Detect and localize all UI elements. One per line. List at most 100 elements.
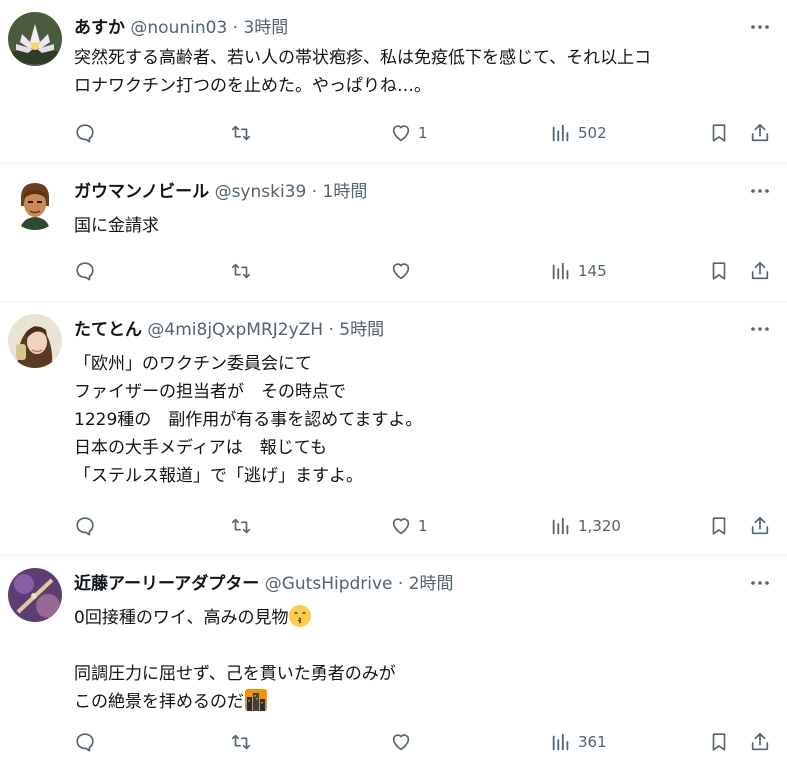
bookmark-button[interactable] bbox=[708, 259, 730, 283]
view-count: 1,320 bbox=[578, 517, 621, 535]
tweet-header: あすか @nounin03 · 3時間 bbox=[74, 17, 727, 39]
bookmark-icon bbox=[712, 262, 726, 280]
heart-icon bbox=[392, 518, 410, 535]
view-count: 502 bbox=[578, 124, 607, 142]
retweet-button[interactable] bbox=[230, 259, 252, 283]
tweet-header: たてとん @4mi8jQxpMRJ2yZH · 5時間 bbox=[74, 319, 727, 341]
share-icon bbox=[751, 516, 769, 535]
tweet-text-segment: この絶景を拝めるのだ bbox=[74, 692, 244, 712]
tweet[interactable]: あすか @nounin03 · 3時間 突然死する高齢者、若い人の帯状疱疹、私は… bbox=[0, 0, 787, 164]
bookmark-icon bbox=[712, 124, 726, 142]
views-chart-icon bbox=[552, 517, 569, 535]
tweet-text-line: 1229種の 副作用が有る事を認めてますよ。 bbox=[74, 410, 423, 430]
retweet-icon bbox=[231, 263, 251, 279]
retweet-icon bbox=[231, 734, 251, 750]
avatar[interactable] bbox=[8, 568, 62, 622]
display-name[interactable]: 近藤アーリーアダプター bbox=[74, 574, 259, 594]
separator: · bbox=[306, 182, 323, 202]
action-bar: 361 bbox=[74, 730, 773, 754]
tweet-text-segment: 0回接種のワイ、高みの見物 bbox=[74, 608, 289, 628]
views-chart-icon bbox=[552, 262, 569, 280]
reply-button[interactable] bbox=[74, 730, 96, 754]
views-button[interactable]: 145 bbox=[550, 259, 607, 283]
handle[interactable]: @GutsHipdrive bbox=[265, 574, 393, 594]
bookmark-button[interactable] bbox=[708, 121, 730, 145]
bookmark-button[interactable] bbox=[708, 730, 730, 754]
views-button[interactable]: 502 bbox=[550, 121, 607, 145]
display-name[interactable]: あすか bbox=[74, 18, 125, 38]
tweet-text: 突然死する高齢者、若い人の帯状疱疹、私は免疫低下を感じて、それ以上コ ロナワクチ… bbox=[74, 44, 773, 100]
tweet[interactable]: たてとん @4mi8jQxpMRJ2yZH · 5時間 「欧州」のワクチン委員会… bbox=[0, 302, 787, 556]
tweet-text: 0回接種のワイ、高みの見物 同調圧力に屈せず、己を貫いた勇者のみが この絶景を拝… bbox=[74, 604, 773, 716]
like-button[interactable] bbox=[390, 730, 418, 754]
more-dots-icon[interactable] bbox=[749, 180, 771, 202]
bookmark-icon bbox=[712, 517, 726, 535]
display-name[interactable]: たてとん bbox=[74, 320, 142, 340]
more-dots-icon[interactable] bbox=[749, 572, 771, 594]
bookmark-icon bbox=[712, 733, 726, 751]
display-name[interactable]: ガウマンノビール bbox=[74, 182, 209, 202]
retweet-button[interactable] bbox=[230, 514, 252, 538]
share-icon bbox=[751, 732, 769, 751]
like-button[interactable] bbox=[390, 259, 418, 283]
separator: · bbox=[392, 574, 409, 594]
tweet-text-line: 国に金請求 bbox=[74, 216, 159, 236]
kissing-face-emoji bbox=[289, 605, 312, 627]
action-bar: 145 bbox=[74, 259, 773, 283]
bookmark-button[interactable] bbox=[708, 514, 730, 538]
share-icon bbox=[751, 261, 769, 280]
reply-button[interactable] bbox=[74, 514, 96, 538]
avatar[interactable] bbox=[8, 314, 62, 368]
action-bar: 1 502 bbox=[74, 121, 773, 145]
tweet[interactable]: ガウマンノビール @synski39 · 1時間 国に金請求 145 bbox=[0, 164, 787, 302]
separator: · bbox=[227, 18, 244, 38]
reply-button[interactable] bbox=[74, 259, 96, 283]
reply-icon bbox=[76, 262, 94, 281]
handle[interactable]: @4mi8jQxpMRJ2yZH bbox=[147, 320, 323, 340]
timestamp[interactable]: 2時間 bbox=[409, 574, 454, 594]
handle[interactable]: @nounin03 bbox=[130, 18, 227, 38]
handle[interactable]: @synski39 bbox=[215, 182, 307, 202]
share-button[interactable] bbox=[749, 259, 771, 283]
tweet-text-line bbox=[74, 632, 773, 660]
tweet-text-line: 0回接種のワイ、高みの見物 bbox=[74, 604, 773, 632]
tweet-text-line: この絶景を拝めるのだ bbox=[74, 688, 773, 716]
share-icon bbox=[751, 123, 769, 142]
timestamp[interactable]: 5時間 bbox=[339, 320, 384, 340]
like-button[interactable]: 1 bbox=[390, 121, 428, 145]
timestamp[interactable]: 1時間 bbox=[323, 182, 368, 202]
views-button[interactable]: 361 bbox=[550, 730, 607, 754]
retweet-button[interactable] bbox=[230, 730, 252, 754]
share-button[interactable] bbox=[749, 730, 771, 754]
reply-icon bbox=[76, 517, 94, 536]
avatar[interactable] bbox=[8, 12, 62, 66]
separator: · bbox=[323, 320, 340, 340]
tweet-text-line: 日本の大手メディアは 報じても bbox=[74, 438, 327, 458]
tweet-text: 「欧州」のワクチン委員会にて ファイザーの担当者が その時点で 1229種の 副… bbox=[74, 350, 773, 490]
tweet-text-line: ロナワクチン打つのを止めた。やっぱりね…。 bbox=[74, 76, 431, 96]
retweet-icon bbox=[231, 125, 251, 141]
share-button[interactable] bbox=[749, 514, 771, 538]
view-count: 145 bbox=[578, 262, 607, 280]
retweet-icon bbox=[231, 518, 251, 534]
more-dots-icon[interactable] bbox=[749, 16, 771, 38]
views-chart-icon bbox=[552, 124, 569, 142]
like-button[interactable]: 1 bbox=[390, 514, 428, 538]
cityscape-dusk-emoji bbox=[245, 689, 267, 711]
action-bar: 1 1,320 bbox=[74, 514, 773, 538]
tweet-header: 近藤アーリーアダプター @GutsHipdrive · 2時間 bbox=[74, 573, 727, 595]
tweet[interactable]: 近藤アーリーアダプター @GutsHipdrive · 2時間 0回接種のワイ、… bbox=[0, 556, 787, 762]
views-button[interactable]: 1,320 bbox=[550, 514, 621, 538]
tweet-text-line: ファイザーの担当者が その時点で bbox=[74, 382, 346, 402]
retweet-button[interactable] bbox=[230, 121, 252, 145]
tweet-text-line: 「欧州」のワクチン委員会にて bbox=[74, 354, 312, 374]
like-count: 1 bbox=[418, 124, 428, 142]
timestamp[interactable]: 3時間 bbox=[243, 18, 288, 38]
reply-icon bbox=[76, 124, 94, 143]
more-dots-icon[interactable] bbox=[749, 318, 771, 340]
avatar[interactable] bbox=[8, 176, 62, 230]
reply-button[interactable] bbox=[74, 121, 96, 145]
tweet-text-line: 突然死する高齢者、若い人の帯状疱疹、私は免疫低下を感じて、それ以上コ bbox=[74, 48, 652, 68]
share-button[interactable] bbox=[749, 121, 771, 145]
like-count: 1 bbox=[418, 517, 428, 535]
